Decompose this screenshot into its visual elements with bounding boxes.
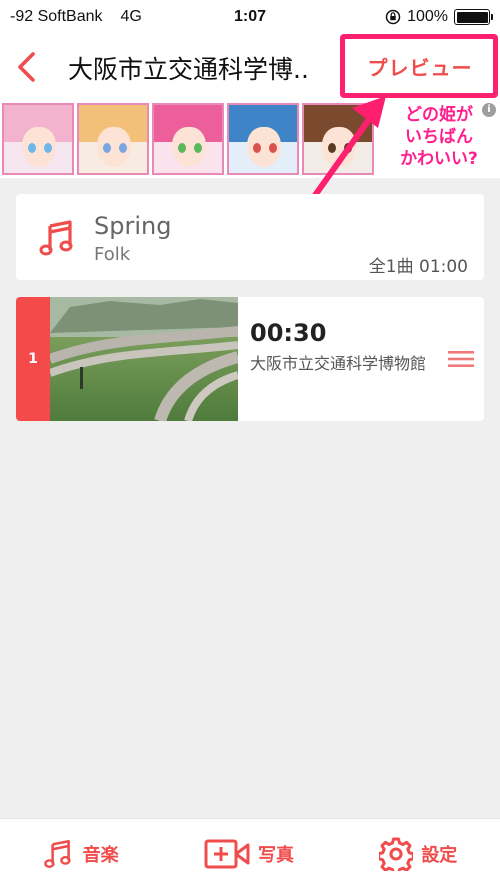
music-genre: Folk [94, 244, 131, 265]
clip-index: 1 [16, 297, 50, 421]
nav-bar: 大阪市立交通科学博.. プレビュー [0, 34, 500, 100]
tab-photo-label: 写真 [257, 844, 294, 866]
tab-photo[interactable]: 写真 [204, 839, 294, 869]
battery-icon [454, 9, 493, 25]
music-title: Spring [94, 212, 172, 240]
network-label: 4G [120, 8, 142, 25]
info-icon[interactable]: i [482, 103, 496, 117]
page-title: 大阪市立交通科学博.. [68, 55, 309, 84]
carrier-label: -92 SoftBank [10, 8, 103, 25]
ad-banner[interactable]: どの姫が いちばん かわいい? i [0, 100, 500, 178]
music-note-icon [39, 220, 73, 256]
battery-percent: 100% [407, 8, 448, 25]
music-card[interactable]: Spring Folk 全1曲 01:00 [16, 194, 484, 280]
tab-music-label: 音楽 [82, 844, 119, 866]
tab-bar: 音楽 写真 設定 [0, 818, 500, 888]
clip-caption: 大阪市立交通科学博物館 [250, 354, 427, 373]
ad-avatar-image [77, 103, 149, 175]
photo-add-icon [204, 839, 250, 868]
gear-icon [379, 837, 414, 871]
music-note-icon [43, 839, 71, 868]
clip-duration: 00:30 [250, 319, 327, 347]
ad-avatar-image [152, 103, 224, 175]
chevron-left-icon [18, 52, 35, 82]
battery-fill [456, 11, 488, 23]
status-left: -92 SoftBank 4G [10, 8, 142, 26]
clip-row[interactable]: 1 00:30 大阪市立交通科学博物館 [16, 297, 484, 421]
preview-button[interactable]: プレビュー [350, 42, 490, 90]
music-summary: 全1曲 01:00 [368, 257, 468, 277]
ad-text: どの姫が いちばん かわいい? [400, 105, 478, 169]
orientation-lock-icon [385, 9, 401, 25]
clip-thumbnail-image [50, 297, 238, 421]
tab-settings-label: 設定 [421, 844, 458, 866]
tab-music[interactable]: 音楽 [43, 837, 119, 871]
drag-handle-icon[interactable] [448, 349, 474, 369]
status-right: 100% [385, 8, 493, 26]
ad-avatar-image [2, 103, 74, 175]
ad-avatars [2, 103, 374, 175]
status-bar: -92 SoftBank 4G 1:07 100% [0, 0, 500, 34]
back-button[interactable] [8, 46, 44, 88]
ad-avatar-image [302, 103, 374, 175]
ad-avatar-image [227, 103, 299, 175]
tab-settings[interactable]: 設定 [379, 837, 457, 871]
